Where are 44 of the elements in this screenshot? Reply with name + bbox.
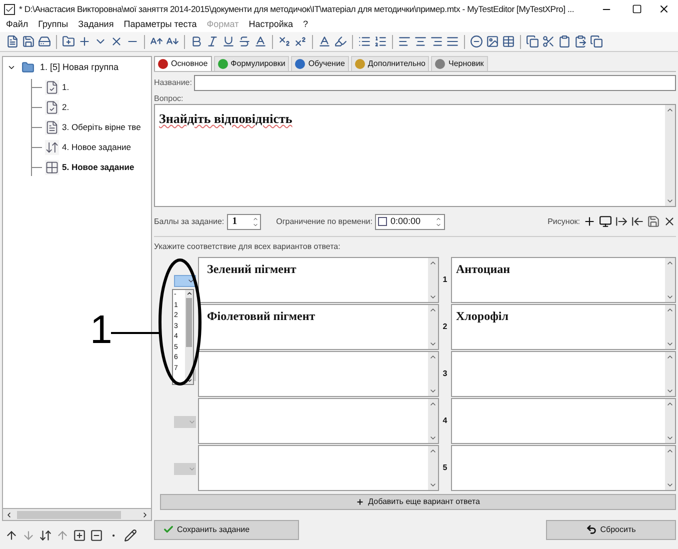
pair-number: 3 xyxy=(442,368,448,380)
window-title: * D:\Анастасия Викторовна\мої заняття 2014-2015\документи для методичок\IT\матеріал для методички\пример.mtx - MyTestEditor [MyTestXPro] ... xyxy=(19,2,576,16)
field-label: Баллы за задание: xyxy=(154,216,224,228)
answer-text: Антоциан xyxy=(456,262,510,276)
menu-item[interactable]: Файл xyxy=(6,18,28,32)
tree-item[interactable]: 4. Новое задание xyxy=(62,140,132,154)
answer-text: Хлорофіл xyxy=(456,309,508,323)
question-text: Знайдіть відповідність xyxy=(159,111,292,126)
tab[interactable]: Обучение xyxy=(291,56,349,71)
answer-editor[interactable]: Фіолетовий пігмент xyxy=(198,304,439,350)
tree-item[interactable]: 2. xyxy=(62,100,70,114)
points-spinner[interactable]: 1 xyxy=(227,214,262,230)
menu-item[interactable]: Настройка xyxy=(248,18,294,32)
tree-item[interactable]: 5. Новое задание xyxy=(62,160,134,174)
field-label: Рисунок: xyxy=(548,216,580,228)
tab[interactable]: Черновик xyxy=(431,56,488,71)
menu-item[interactable]: Задания xyxy=(78,18,114,32)
tab[interactable]: Формулировки xyxy=(214,56,290,71)
tree-item[interactable]: 3. Оберіть вірне тве xyxy=(62,120,141,134)
annotation-number: 1 xyxy=(90,310,112,350)
pair-number: 2 xyxy=(442,321,448,333)
tab[interactable]: Основное xyxy=(154,56,212,71)
menu-item[interactable]: Группы xyxy=(38,18,68,32)
instruction-text: Укажите соответствие для всех вариантов ответа: xyxy=(154,241,342,253)
answer-text: Зелений пігмент xyxy=(207,262,296,276)
menu-item[interactable]: Параметры теста xyxy=(124,18,197,32)
pair-number: 5 xyxy=(442,462,448,474)
pair-number: 4 xyxy=(442,415,448,427)
field-label: Название: xyxy=(154,77,192,89)
answer-editor[interactable]: Зелений пігмент xyxy=(198,257,439,303)
menu-item[interactable]: ? xyxy=(303,18,308,32)
pair-number: 1 xyxy=(442,274,448,286)
match-editor[interactable]: Антоциан xyxy=(451,257,676,303)
add-answer-button[interactable]: Добавить еще вариант ответа xyxy=(160,494,676,510)
tab[interactable]: Дополнительно xyxy=(350,56,430,71)
tree-item[interactable]: 1. [5] Новая группа xyxy=(40,61,119,74)
save-task-button[interactable]: Сохранить задание xyxy=(154,520,299,540)
question-editor[interactable]: Знайдіть відповідність xyxy=(154,104,676,207)
answer-text: Фіолетовий пігмент xyxy=(207,309,316,323)
match-editor[interactable]: Хлорофіл xyxy=(451,304,676,350)
reset-button[interactable]: Сбросить xyxy=(546,520,676,540)
field-label: Ограничение по времени: xyxy=(276,216,372,228)
field-label: Вопрос: xyxy=(154,93,184,104)
tree-item[interactable]: 1. xyxy=(62,80,70,94)
